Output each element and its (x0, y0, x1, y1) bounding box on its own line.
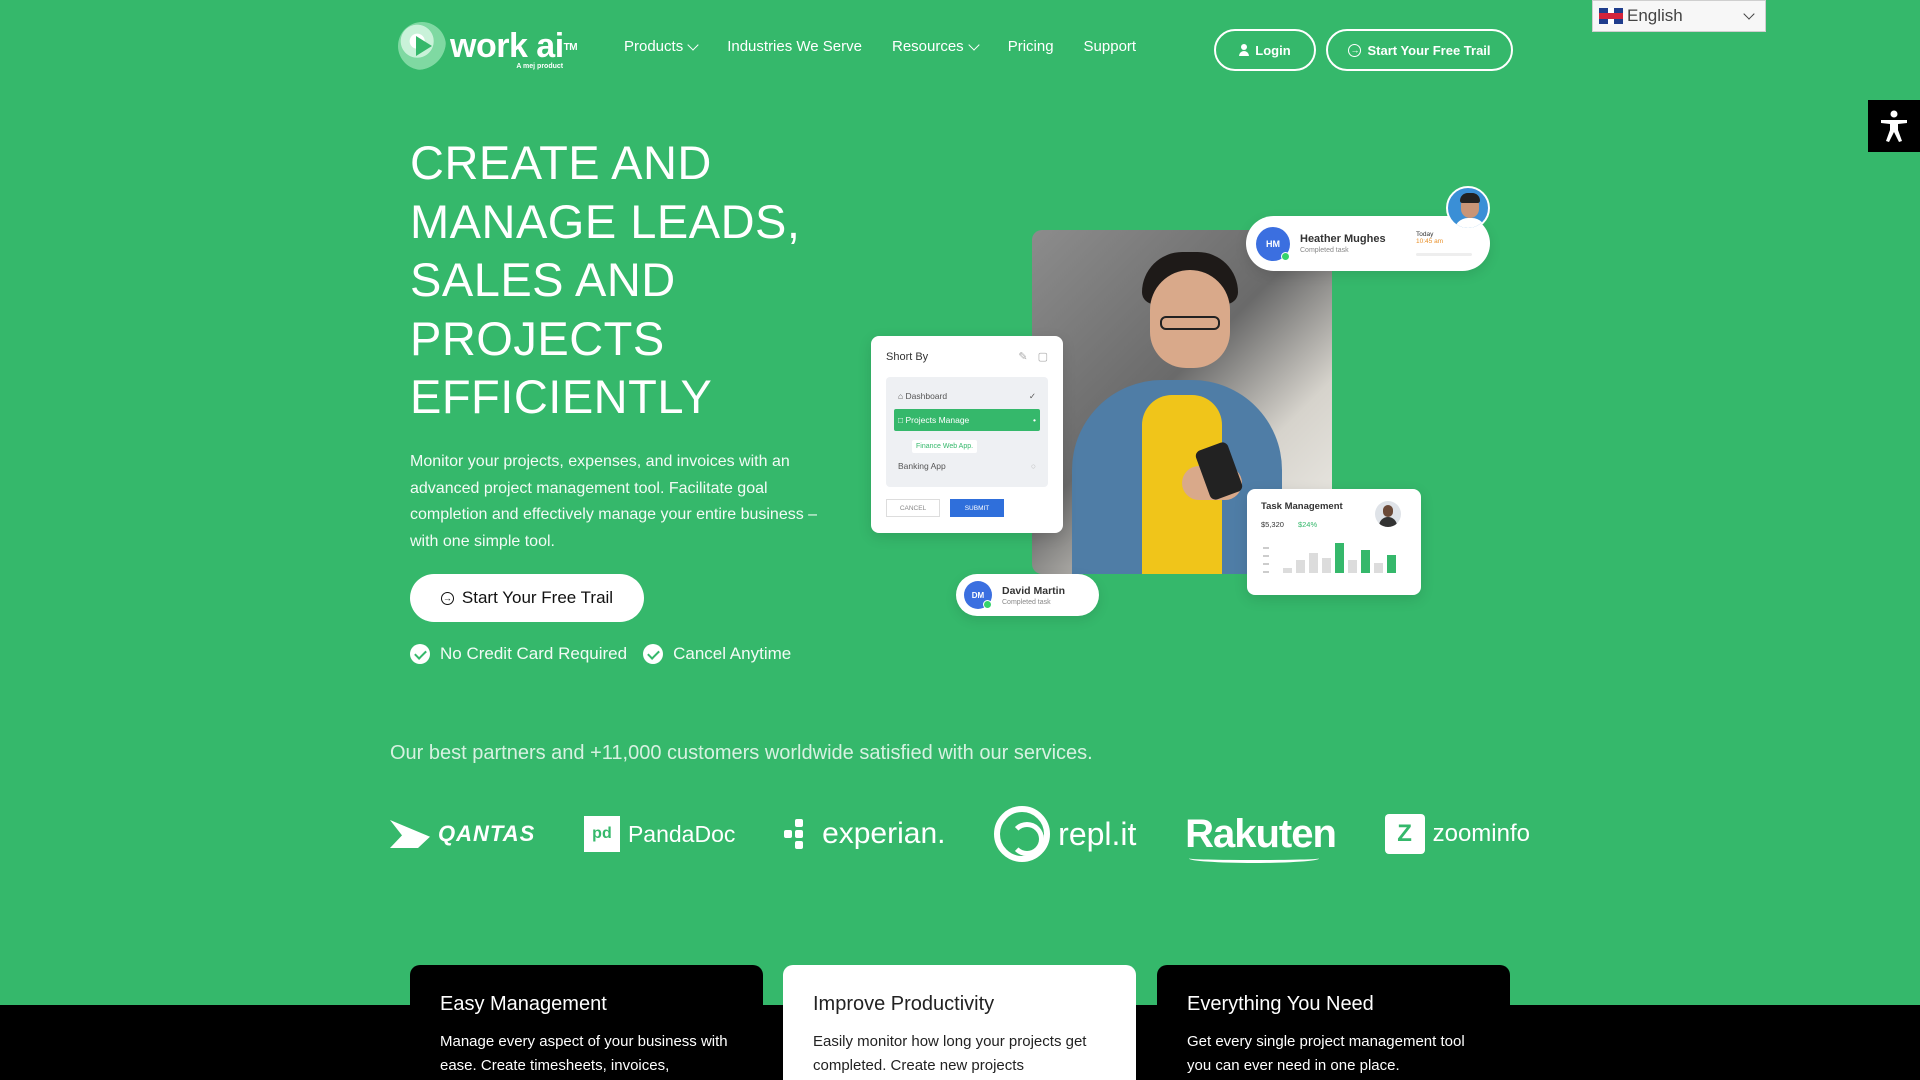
feature-title: Everything You Need (1187, 993, 1374, 1015)
task-management-card: Task Management $5,320 $24% (1247, 489, 1421, 595)
nav-label: Resources (891, 38, 964, 55)
nav-resources[interactable]: Resources (891, 38, 980, 55)
feature-text: Manage every aspect of your business wit… (440, 1033, 728, 1074)
zoominfo-icon: Z (1384, 814, 1425, 854)
user-icon (1239, 44, 1250, 56)
sort-by-card: Short By ✎ ▢ ⌂ Dashboard ✓ □ Projects Mana… (871, 336, 1063, 533)
sort-row-active: □ Projects Manage • (894, 409, 1040, 431)
check-icon: ✓ (1028, 390, 1036, 401)
task-bar (1348, 560, 1357, 573)
trial-label: Start Your Free Trail (1367, 42, 1491, 58)
pandadoc-logo: pd PandaDoc (583, 806, 735, 862)
feature-card-improve-productivity: Improve Productivity Easily monitor how … (783, 965, 1136, 1080)
rakuten-logo: Rakuten (1185, 811, 1337, 863)
check-item: No Credit Card Required (410, 644, 627, 664)
uk-flag-icon (1599, 8, 1623, 24)
language-selected: English (1627, 6, 1683, 25)
chevron-down-icon (968, 38, 980, 51)
sort-row: ⌂ Dashboard ✓ (898, 390, 1036, 402)
task-bar-chart (1283, 523, 1396, 573)
sort-card-title: Short By (886, 350, 929, 363)
notification-time: 10:45 am (1416, 238, 1444, 245)
nav-label: Products (624, 38, 684, 55)
sort-row: Banking App ○ (898, 461, 1036, 471)
experian-dots-icon (784, 819, 814, 849)
nav-support[interactable]: Support (1084, 38, 1137, 55)
notification-status: Completed task (1300, 247, 1349, 254)
kangaroo-icon (390, 820, 430, 848)
check-item: Cancel Anytime (643, 644, 791, 664)
sort-sub-item: Finance Web App. (912, 440, 978, 453)
logo-tm: TM (563, 42, 578, 53)
check-label: Cancel Anytime (673, 644, 792, 663)
chevron-down-icon (1743, 8, 1755, 20)
task-bar (1387, 555, 1396, 573)
feature-text: Easily monitor how long your projects ge… (813, 1033, 1087, 1074)
login-button[interactable]: Login (1214, 29, 1316, 71)
notification-name: David Martin (1002, 584, 1066, 597)
task-bar (1335, 543, 1344, 573)
sort-submit-button: SUBMIT (950, 499, 1004, 517)
qantas-logo: QANTAS (390, 806, 535, 862)
feature-card-everything-you-need: Everything You Need Get every single pro… (1157, 965, 1510, 1080)
language-selector[interactable]: English (1592, 0, 1766, 32)
accessibility-icon (1881, 110, 1907, 142)
check-circle-icon (410, 644, 430, 664)
start-free-trial-header-button[interactable]: → Start Your Free Trail (1326, 29, 1513, 71)
partners-text: Our best partners and +11,000 customers … (390, 742, 1093, 764)
notification-status: Completed task (1002, 598, 1051, 606)
nav-label: Industries We Serve (727, 38, 862, 55)
avatar: HM (1256, 226, 1290, 261)
feature-card-easy-management: Easy Management Manage every aspect of y… (410, 965, 763, 1080)
nav-label: Support (1083, 38, 1137, 55)
task-bar (1361, 550, 1370, 573)
zoominfo-logo: Zzoominfo (1384, 806, 1530, 862)
pencil-icon: ✎ (1018, 351, 1028, 363)
task-bar (1322, 558, 1331, 573)
avatar: DM (964, 581, 992, 609)
chevron-down-icon (687, 38, 699, 51)
nav-industries[interactable]: Industries We Serve (727, 38, 862, 55)
feature-title: Improve Productivity (813, 993, 995, 1015)
hero-cta-label: Start Your Free Trail (461, 588, 614, 607)
nav-pricing[interactable]: Pricing (1008, 38, 1054, 55)
check-circle-icon (643, 644, 664, 664)
replit-logo: repl.it (994, 806, 1136, 862)
logo-mark-icon (398, 22, 446, 70)
partner-logos: QANTAS pd PandaDoc experian. repl.it Raku… (390, 806, 1530, 863)
hero-title: CREATE AND MANAGE LEADS, SALES AND PROJE… (410, 136, 801, 423)
david-notification-card: DM David Martin Completed task (956, 574, 1099, 616)
avatar-photo (1446, 186, 1490, 230)
calendar-icon: ▢ (1037, 351, 1048, 363)
sort-cancel-button: CANCEL (886, 499, 940, 517)
pandadoc-icon: pd (583, 816, 620, 852)
experian-logo: experian. (784, 806, 945, 862)
arrow-right-circle-icon: → (440, 591, 454, 605)
task-amount: $5,320 (1261, 520, 1284, 529)
task-bar (1309, 553, 1318, 573)
task-bar (1374, 563, 1383, 573)
main-nav: Products Industries We Serve Resources P… (624, 38, 1136, 55)
task-bar (1296, 560, 1305, 573)
notification-day: Today (1416, 231, 1434, 238)
task-bar (1283, 568, 1292, 573)
logo-word: work ai (450, 27, 564, 65)
feature-text: Get every single project management tool… (1187, 1033, 1465, 1074)
accessibility-button[interactable] (1868, 100, 1920, 152)
start-free-trial-hero-button[interactable]: → Start Your Free Trail (410, 574, 644, 622)
replit-icon (994, 806, 1051, 862)
feature-title: Easy Management (440, 993, 607, 1015)
nav-products[interactable]: Products (624, 38, 699, 55)
nav-label: Pricing (1007, 38, 1054, 55)
arrow-right-circle-icon: → (1348, 43, 1362, 57)
work-ai-logo[interactable]: work aiTM A mej product (398, 22, 578, 70)
logo-subtitle: A mej product (516, 63, 564, 70)
hero-description: Monitor your projects, expenses, and inv… (410, 453, 818, 550)
hero-checks: No Credit Card Required Cancel Anytime (410, 644, 791, 664)
login-label: Login (1255, 42, 1291, 58)
notification-name: Heather Mughes (1300, 233, 1386, 245)
check-label: No Credit Card Required (440, 644, 628, 663)
